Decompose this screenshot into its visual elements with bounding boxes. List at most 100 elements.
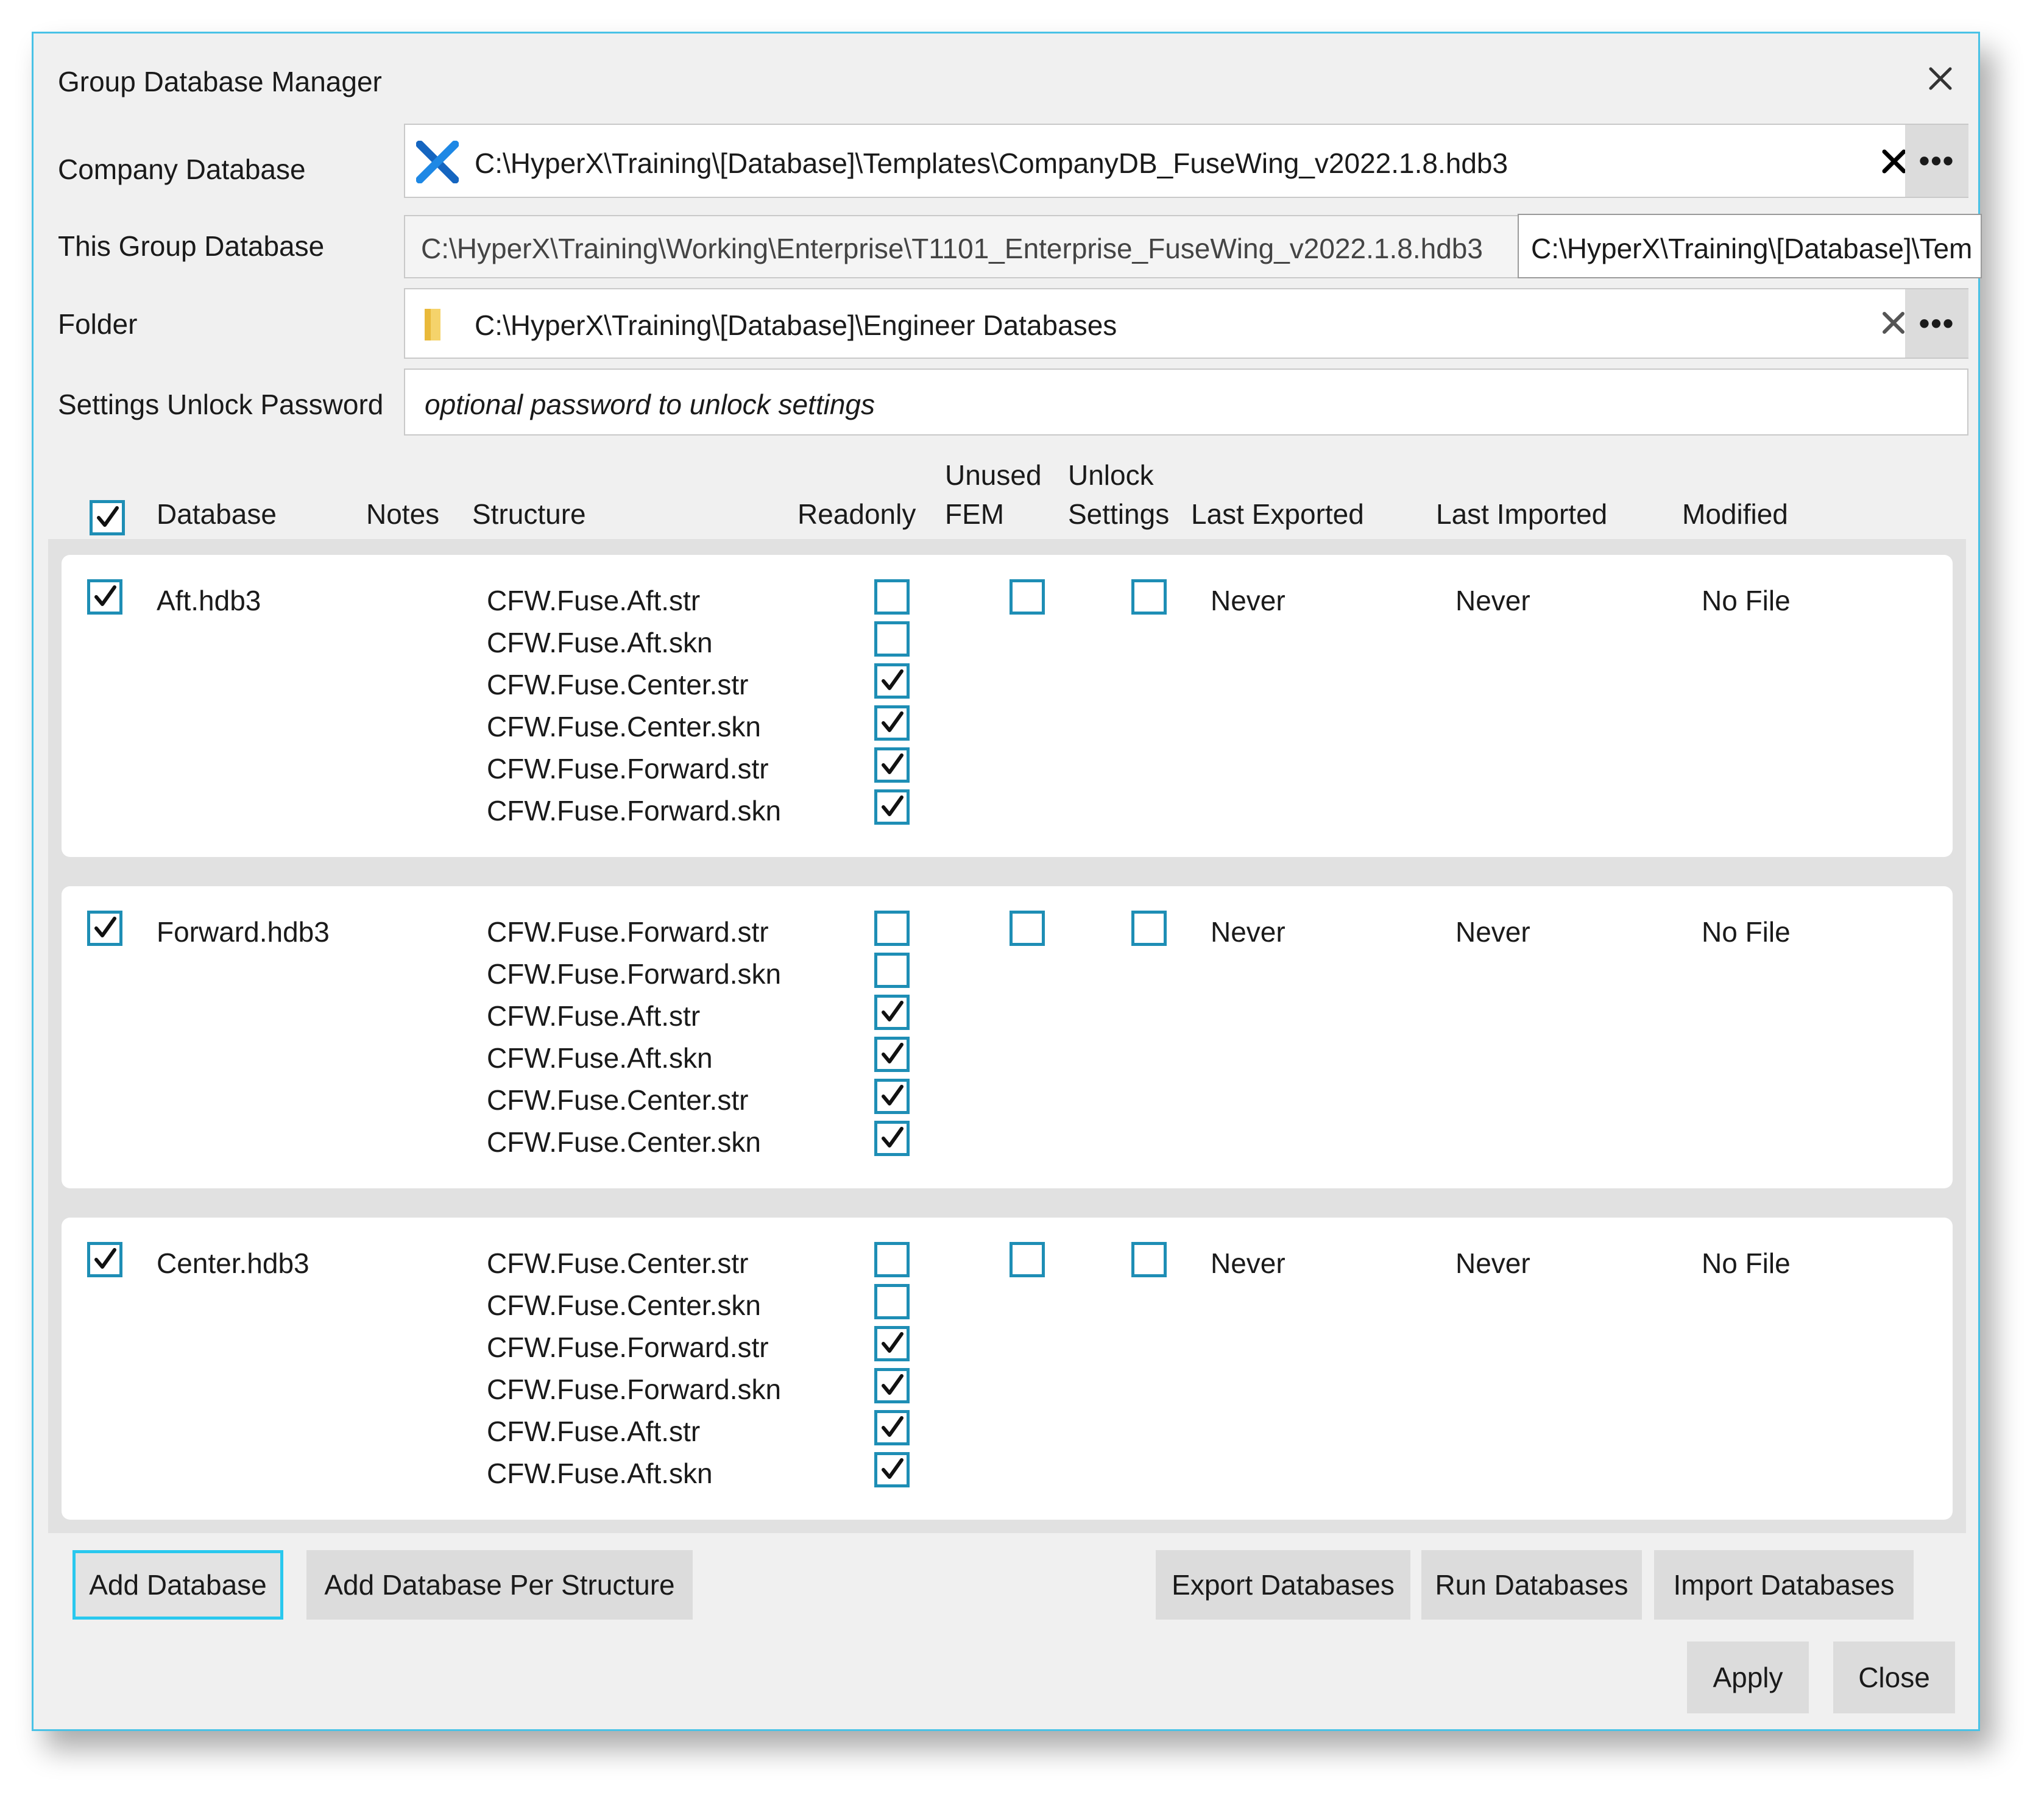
structure-name: CFW.Fuse.Aft.skn <box>487 1042 713 1074</box>
readonly-checkbox[interactable] <box>874 911 910 946</box>
ellipsis-icon[interactable]: ••• <box>1905 289 1968 358</box>
import-databases-button[interactable]: Import Databases <box>1654 1550 1914 1620</box>
readonly-checkbox[interactable] <box>874 663 910 699</box>
checkmark-icon <box>94 585 116 606</box>
structure-name: CFW.Fuse.Center.skn <box>487 711 761 742</box>
checkmark-icon <box>882 1085 904 1106</box>
folder-path: C:\HyperX\Training\[Database]\Engineer D… <box>475 309 1117 341</box>
col-unused-fem-1[interactable]: Unused <box>945 457 1042 494</box>
database-row[interactable]: Aft.hdb3 CFW.Fuse.Aft.str CFW.Fuse.Aft.s… <box>62 555 1953 857</box>
database-name: Aft.hdb3 <box>157 585 261 616</box>
readonly-checkbox[interactable] <box>874 1326 910 1361</box>
structure-name: CFW.Fuse.Center.str <box>487 1084 749 1116</box>
col-last-imported[interactable]: Last Imported <box>1436 496 1607 533</box>
col-notes[interactable]: Notes <box>366 496 439 533</box>
checkmark-icon <box>97 506 119 527</box>
structure-name: CFW.Fuse.Aft.str <box>487 1000 701 1032</box>
structure-name: CFW.Fuse.Aft.str <box>487 585 701 616</box>
company-database-field[interactable]: C:\HyperX\Training\[Database]\Templates\… <box>404 124 1968 198</box>
readonly-checkbox[interactable] <box>874 705 910 741</box>
database-checkbox[interactable] <box>87 911 122 946</box>
checkmark-icon <box>882 753 904 774</box>
structure-name: CFW.Fuse.Center.str <box>487 1247 749 1279</box>
group-database-field[interactable]: C:\HyperX\Training\Working\Enterprise\T1… <box>404 215 1555 278</box>
database-row[interactable]: Forward.hdb3 CFW.Fuse.Forward.str CFW.Fu… <box>62 886 1953 1188</box>
company-database-path: C:\HyperX\Training\[Database]\Templates\… <box>475 147 1508 179</box>
col-last-exported[interactable]: Last Exported <box>1191 496 1364 533</box>
readonly-checkbox[interactable] <box>874 1410 910 1445</box>
database-checkbox[interactable] <box>87 579 122 615</box>
apply-button[interactable]: Apply <box>1687 1642 1809 1713</box>
unused-fem-checkbox[interactable] <box>1010 1242 1045 1277</box>
structure-name: CFW.Fuse.Aft.skn <box>487 1458 713 1489</box>
last-exported-value: Never <box>1211 1247 1285 1279</box>
group-database-label: This Group Database <box>58 230 325 262</box>
checkmark-icon <box>882 1127 904 1148</box>
folder-field[interactable]: C:\HyperX\Training\[Database]\Engineer D… <box>404 288 1968 359</box>
last-exported-value: Never <box>1211 916 1285 948</box>
checkmark-icon <box>882 1374 904 1395</box>
structure-name: CFW.Fuse.Forward.skn <box>487 795 782 827</box>
readonly-checkbox[interactable] <box>874 995 910 1030</box>
checkmark-icon <box>882 1416 904 1437</box>
readonly-checkbox[interactable] <box>874 1037 910 1072</box>
group-database-path: C:\HyperX\Training\Working\Enterprise\T1… <box>421 233 1483 264</box>
checkmark-icon <box>882 1043 904 1063</box>
x-logo-icon <box>416 140 459 186</box>
structure-name: CFW.Fuse.Aft.str <box>487 1416 701 1447</box>
database-list: Aft.hdb3 CFW.Fuse.Aft.str CFW.Fuse.Aft.s… <box>48 539 1966 1533</box>
readonly-checkbox[interactable] <box>874 621 910 657</box>
col-database[interactable]: Database <box>157 496 277 533</box>
clear-icon[interactable] <box>1880 147 1909 179</box>
readonly-checkbox[interactable] <box>874 579 910 615</box>
col-unused-fem-2[interactable]: FEM <box>945 496 1004 533</box>
readonly-checkbox[interactable] <box>874 1368 910 1403</box>
checkmark-icon <box>94 1248 116 1269</box>
folder-label: Folder <box>58 308 138 340</box>
structure-name: CFW.Fuse.Forward.str <box>487 1331 769 1363</box>
database-name: Center.hdb3 <box>157 1247 309 1279</box>
close-button[interactable]: Close <box>1833 1642 1955 1713</box>
group-database-manager-dialog: Group Database Manager Company Database … <box>32 32 1982 1731</box>
readonly-checkbox[interactable] <box>874 953 910 988</box>
database-row[interactable]: Center.hdb3 CFW.Fuse.Center.str CFW.Fuse… <box>62 1218 1953 1520</box>
checkmark-icon <box>882 1001 904 1021</box>
readonly-checkbox[interactable] <box>874 1452 910 1487</box>
structure-name: CFW.Fuse.Forward.str <box>487 753 769 785</box>
export-databases-button[interactable]: Export Databases <box>1156 1550 1410 1620</box>
readonly-checkbox[interactable] <box>874 1079 910 1114</box>
close-icon[interactable] <box>1922 60 1959 97</box>
database-checkbox[interactable] <box>87 1242 122 1277</box>
unused-fem-checkbox[interactable] <box>1010 579 1045 615</box>
select-all-checkbox[interactable] <box>90 500 125 535</box>
col-readonly[interactable]: Readonly <box>797 496 916 533</box>
unlock-settings-checkbox[interactable] <box>1131 911 1167 946</box>
checkmark-icon <box>882 669 904 690</box>
unlock-settings-checkbox[interactable] <box>1131 1242 1167 1277</box>
modified-value: No File <box>1702 916 1791 948</box>
col-structure[interactable]: Structure <box>472 496 586 533</box>
path-tooltip: C:\HyperX\Training\[Database]\Tem <box>1518 214 1982 278</box>
checkmark-icon <box>882 711 904 732</box>
readonly-checkbox[interactable] <box>874 789 910 825</box>
folder-icon <box>420 306 454 346</box>
col-modified[interactable]: Modified <box>1682 496 1788 533</box>
readonly-checkbox[interactable] <box>874 1121 910 1156</box>
readonly-checkbox[interactable] <box>874 1242 910 1277</box>
clear-icon[interactable] <box>1880 309 1908 340</box>
readonly-checkbox[interactable] <box>874 747 910 783</box>
unlock-settings-checkbox[interactable] <box>1131 579 1167 615</box>
add-database-button[interactable]: Add Database <box>72 1550 283 1620</box>
run-databases-button[interactable]: Run Databases <box>1421 1550 1642 1620</box>
last-imported-value: Never <box>1455 585 1530 616</box>
ellipsis-icon[interactable]: ••• <box>1905 125 1968 197</box>
last-imported-value: Never <box>1455 916 1530 948</box>
col-unlock-1[interactable]: Unlock <box>1068 457 1154 494</box>
col-unlock-2[interactable]: Settings <box>1068 496 1169 533</box>
structure-name: CFW.Fuse.Center.str <box>487 669 749 700</box>
unused-fem-checkbox[interactable] <box>1010 911 1045 946</box>
tooltip-text: C:\HyperX\Training\[Database]\Tem <box>1531 233 1973 264</box>
password-field[interactable]: optional password to unlock settings <box>404 369 1968 436</box>
readonly-checkbox[interactable] <box>874 1284 910 1319</box>
add-database-per-structure-button[interactable]: Add Database Per Structure <box>306 1550 693 1620</box>
